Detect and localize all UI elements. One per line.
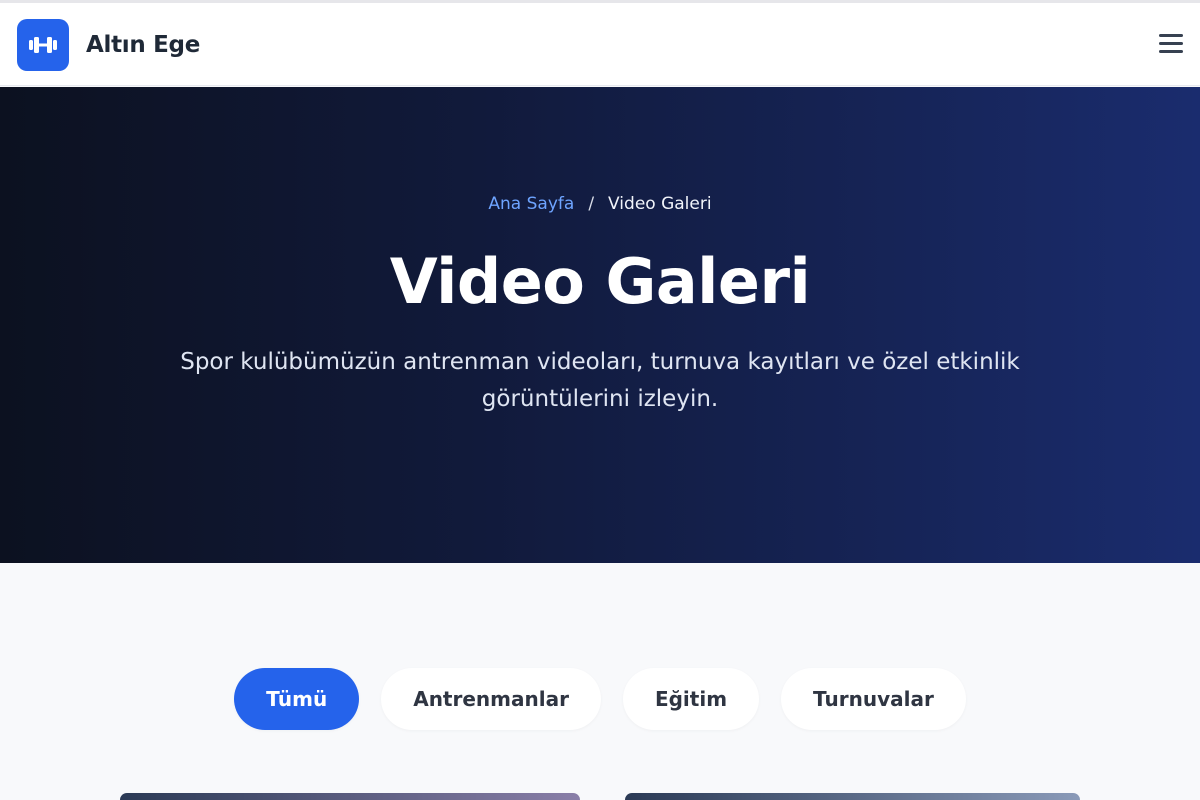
video-grid [0,793,1200,800]
video-card[interactable] [625,793,1080,800]
page-title: Video Galeri [389,245,811,318]
breadcrumb-current: Video Galeri [608,194,712,214]
filter-all-button[interactable]: Tümü [234,668,360,730]
site-header: Altın Ege [0,3,1200,86]
hamburger-menu-icon[interactable] [1159,34,1183,54]
video-card[interactable] [120,793,580,800]
breadcrumb: Ana Sayfa / Video Galeri [0,194,1200,214]
brand-name: Altın Ege [86,32,201,58]
filter-tournaments-button[interactable]: Turnuvalar [781,668,966,730]
dumbbell-icon [17,19,69,71]
breadcrumb-home-link[interactable]: Ana Sayfa [488,194,574,214]
filter-education-button[interactable]: Eğitim [622,668,760,730]
category-filters: Tümü Antrenmanlar Eğitim Turnuvalar [0,668,1200,730]
hero-section: Ana Sayfa / Video Galeri Video Galeri Spor… [0,87,1200,563]
logo-link[interactable]: Altın Ege [17,19,200,71]
page-subtitle: Spor kulübümüzün antrenman videoları, tu… [180,349,1020,412]
filter-trainings-button[interactable]: Antrenmanlar [381,668,601,730]
breadcrumb-separator: / [588,194,595,214]
